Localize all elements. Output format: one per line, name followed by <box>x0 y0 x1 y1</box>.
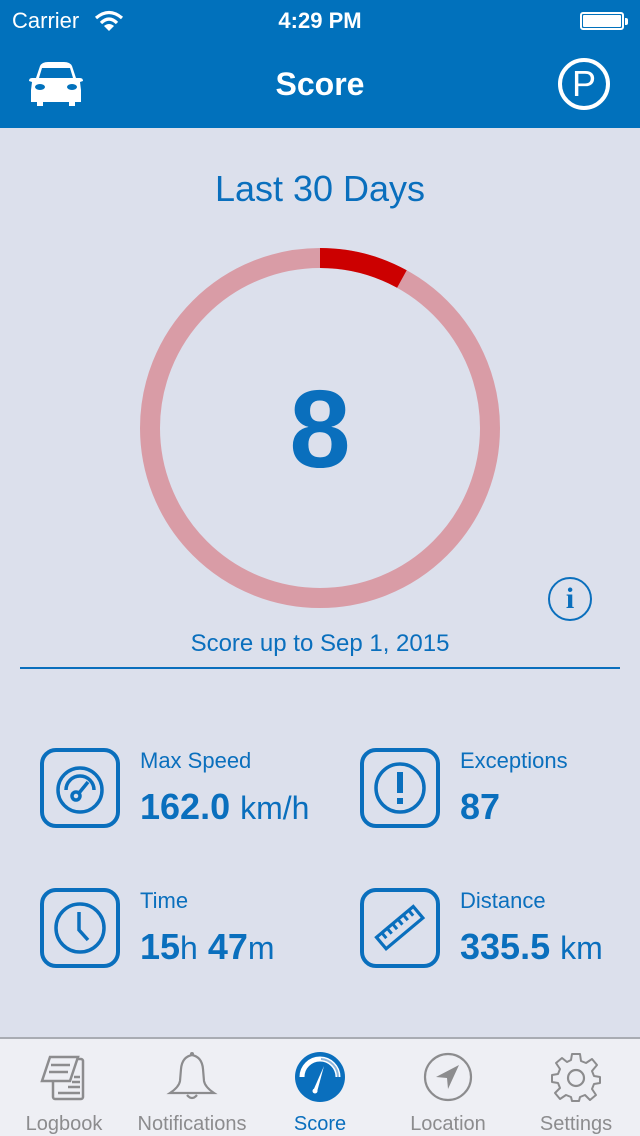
tab-logbook[interactable]: Logbook <box>0 1039 128 1136</box>
distance-value: 335.5 km <box>460 926 603 968</box>
exceptions-number: 87 <box>460 786 501 827</box>
divider <box>20 667 620 669</box>
exceptions-value: 87 <box>460 786 500 828</box>
distance-unit: km <box>560 930 603 966</box>
max-speed-unit: km/h <box>240 790 310 826</box>
tab-notifications[interactable]: Notifications <box>128 1039 256 1136</box>
exclamation-icon <box>374 762 426 814</box>
tab-score-label: Score <box>293 1113 347 1135</box>
stat-max-speed: Max Speed 162.0 km/h <box>40 748 340 838</box>
max-speed-number: 162.0 <box>140 786 231 827</box>
gear-icon <box>551 1053 601 1102</box>
exceptions-label: Exceptions <box>460 748 568 773</box>
max-speed-label: Max Speed <box>140 748 252 773</box>
time-hours-unit: h <box>180 930 198 966</box>
score-date-label: Score up to Sep 1, 2015 <box>190 630 450 657</box>
location-arrow-icon <box>423 1052 473 1102</box>
max-speed-icon-box <box>40 748 120 828</box>
tab-logbook-label: Logbook <box>25 1113 103 1135</box>
stat-exceptions: Exceptions 87 <box>360 748 640 838</box>
stat-distance: Distance 335.5 km <box>360 888 640 978</box>
score-gauge-icon <box>295 1052 345 1102</box>
time-hours: 15 <box>140 926 181 967</box>
top-bar: Carrier 4:29 PM Score P <box>0 0 640 128</box>
time-value: 15h 47m <box>140 926 275 968</box>
exceptions-icon-box <box>360 748 440 828</box>
parking-icon: P <box>571 63 596 104</box>
logbook-icon <box>40 1055 85 1101</box>
distance-label: Distance <box>460 888 546 913</box>
page-title: Score <box>275 66 365 102</box>
time-label: Time <box>140 888 189 913</box>
battery-icon <box>580 12 628 30</box>
navigation-bar: Score P <box>0 40 640 128</box>
tab-location-label: Location <box>410 1113 486 1135</box>
time-minutes: 47 <box>207 926 248 967</box>
tab-location[interactable]: Location <box>384 1039 512 1136</box>
speedometer-icon <box>56 766 104 814</box>
status-bar: Carrier 4:29 PM <box>0 0 640 40</box>
period-title: Last 30 Days <box>214 168 426 209</box>
tab-notifications-label: Notifications <box>137 1113 247 1135</box>
gauge-progress-arc <box>319 248 407 288</box>
tab-score[interactable]: Score <box>256 1039 384 1136</box>
battery-nub <box>625 18 628 25</box>
status-time: 4:29 PM <box>278 8 362 33</box>
bell-icon <box>166 1052 218 1100</box>
tab-bar: Logbook Notifications Score Location Set… <box>0 1037 640 1136</box>
battery-fill <box>583 15 621 27</box>
stat-time: Time 15h 47m <box>40 888 340 978</box>
max-speed-value: 162.0 km/h <box>140 786 309 828</box>
clock-icon <box>54 902 106 954</box>
distance-number: 335.5 <box>460 926 551 967</box>
tab-settings[interactable]: Settings <box>512 1039 640 1136</box>
time-minutes-unit: m <box>247 930 275 966</box>
parking-button[interactable]: P <box>558 58 610 110</box>
score-value: 8 <box>289 368 351 491</box>
ruler-icon <box>374 904 426 952</box>
info-icon: i <box>565 582 575 615</box>
distance-icon-box <box>360 888 440 968</box>
tab-settings-label: Settings <box>539 1113 613 1135</box>
info-button[interactable]: i <box>548 577 592 621</box>
time-icon-box <box>40 888 120 968</box>
